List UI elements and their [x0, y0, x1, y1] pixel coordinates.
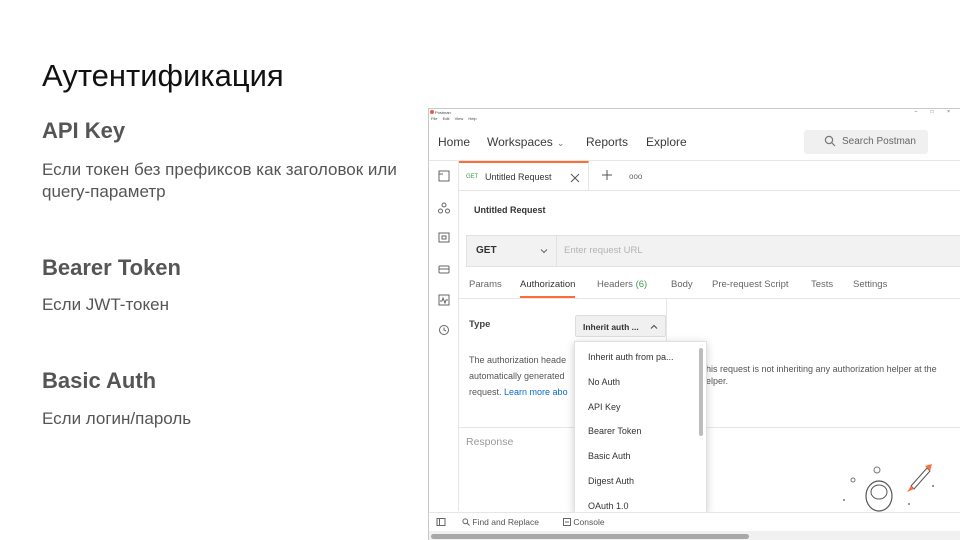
- url-input[interactable]: [564, 245, 864, 256]
- url-bar: GET: [466, 235, 960, 267]
- more-icon[interactable]: ooo: [629, 172, 642, 181]
- auth-option-bearer-token[interactable]: Bearer Token: [588, 426, 641, 436]
- request-subtabs: Params Authorization Headers (6) Body Pr…: [459, 269, 960, 299]
- auth-desc-line2: automatically generated: [469, 371, 565, 381]
- auth-desc-prefix: request.: [469, 387, 505, 397]
- auth-option-basic-auth[interactable]: Basic Auth: [588, 451, 631, 461]
- tab-settings[interactable]: Settings: [853, 279, 887, 290]
- chevron-up-icon: [650, 324, 658, 329]
- auth-desc-line1: The authorization heade: [469, 355, 567, 365]
- nav-explore[interactable]: Explore: [646, 135, 687, 149]
- window-title: Postman: [435, 110, 451, 115]
- postman-logo-icon: [430, 110, 434, 114]
- tab-authorization[interactable]: Authorization: [520, 279, 576, 298]
- search-icon: [462, 518, 470, 526]
- search-icon: [824, 135, 836, 147]
- nav-reports[interactable]: Reports: [586, 135, 628, 149]
- history-icon[interactable]: [437, 323, 451, 337]
- tab-tests[interactable]: Tests: [811, 279, 833, 290]
- method-select[interactable]: GET: [467, 236, 557, 266]
- collections-icon[interactable]: [437, 169, 451, 183]
- mock-servers-icon[interactable]: [437, 262, 451, 276]
- plus-icon[interactable]: [601, 169, 613, 181]
- chevron-down-icon: ⌄: [556, 138, 565, 148]
- tab-headers[interactable]: Headers (6): [597, 279, 647, 290]
- find-replace-button[interactable]: Find and Replace: [462, 517, 539, 527]
- close-icon[interactable]: [569, 172, 581, 184]
- response-pane: Response: [459, 427, 960, 513]
- response-label: Response: [466, 436, 514, 448]
- auth-option-no-auth[interactable]: No Auth: [588, 377, 620, 387]
- auth-type-dropdown: Inherit auth from pa... No Auth API Key …: [574, 341, 707, 513]
- section-heading-api-key: API Key: [42, 118, 126, 143]
- top-nav: Home Workspaces ⌄ Reports Explore Search …: [429, 123, 960, 161]
- learn-more-link[interactable]: Learn more abo: [504, 387, 568, 397]
- chevron-down-icon: [540, 249, 548, 254]
- tab-headers-label: Headers: [597, 279, 633, 290]
- console-button[interactable]: Console: [563, 517, 605, 527]
- tab-method: GET: [466, 174, 479, 180]
- slide-title: Аутентификация: [42, 58, 284, 93]
- auth-option-api-key[interactable]: API Key: [588, 402, 621, 412]
- auth-desc-line3: request. Learn more abo: [469, 384, 577, 400]
- tab-params[interactable]: Params: [469, 279, 502, 290]
- menu-edit[interactable]: Edit: [443, 116, 450, 121]
- section-heading-bearer: Bearer Token: [42, 255, 181, 280]
- type-label: Type: [469, 319, 491, 330]
- request-tabbar: GET Untitled Request ooo: [459, 161, 960, 191]
- window-controls[interactable]: – □ ×: [915, 109, 957, 115]
- monitors-icon[interactable]: [437, 293, 451, 307]
- sidebar-toggle-icon[interactable]: [436, 517, 446, 527]
- tab-pre-request-script[interactable]: Pre-request Script: [712, 279, 789, 290]
- astronaut-illustration-icon: [843, 464, 934, 512]
- auth-option-oauth1[interactable]: OAuth 1.0: [588, 501, 629, 511]
- section-text-basic: Если логин/пароль: [42, 409, 192, 428]
- section-heading-basic: Basic Auth: [42, 368, 157, 393]
- menu-help[interactable]: Help: [468, 116, 476, 121]
- tab-untitled-request[interactable]: GET Untitled Request: [459, 161, 589, 191]
- left-sidebar: [429, 161, 459, 511]
- headers-count: (6): [635, 279, 648, 290]
- find-replace-label: Find and Replace: [472, 517, 540, 527]
- menu-bar: File Edit View Help: [431, 116, 481, 121]
- auth-type-select[interactable]: Inherit auth ...: [575, 315, 666, 337]
- apis-icon[interactable]: [437, 201, 451, 215]
- postman-window: Postman – □ × File Edit View Help Home W…: [428, 108, 960, 540]
- environments-icon[interactable]: [437, 231, 451, 245]
- dropdown-scrollbar[interactable]: [699, 348, 703, 436]
- menu-view[interactable]: View: [455, 116, 464, 121]
- menu-file[interactable]: File: [431, 116, 437, 121]
- auth-option-digest-auth[interactable]: Digest Auth: [588, 476, 634, 486]
- nav-home[interactable]: Home: [438, 135, 470, 149]
- horizontal-scrollbar[interactable]: [429, 531, 960, 540]
- console-label: Console: [573, 517, 605, 527]
- search-input[interactable]: Search Postman: [804, 130, 928, 154]
- status-bar: Find and Replace Console: [429, 512, 960, 530]
- section-text-api-key: Если токен без префиксов как заголовок и…: [42, 160, 397, 201]
- auth-type-value: Inherit auth ...: [583, 322, 639, 332]
- request-name[interactable]: Untitled Request: [474, 205, 546, 215]
- inherit-info-text: his request is not inheriting any author…: [706, 364, 937, 386]
- auth-option-inherit[interactable]: Inherit auth from pa...: [588, 352, 674, 362]
- search-placeholder: Search Postman: [842, 136, 916, 147]
- method-label: GET: [476, 245, 497, 256]
- section-text-bearer: Если JWT-токен: [42, 295, 169, 314]
- nav-workspaces-label: Workspaces: [487, 135, 553, 149]
- nav-workspaces[interactable]: Workspaces ⌄: [487, 135, 564, 149]
- auth-description: The authorization heade automatically ge…: [469, 352, 577, 400]
- console-icon: [563, 518, 571, 526]
- horizontal-scroll-thumb[interactable]: [431, 534, 749, 539]
- tab-label: Untitled Request: [485, 172, 552, 182]
- window-titlebar: Postman – □ ×: [429, 109, 960, 116]
- tab-body[interactable]: Body: [671, 279, 693, 290]
